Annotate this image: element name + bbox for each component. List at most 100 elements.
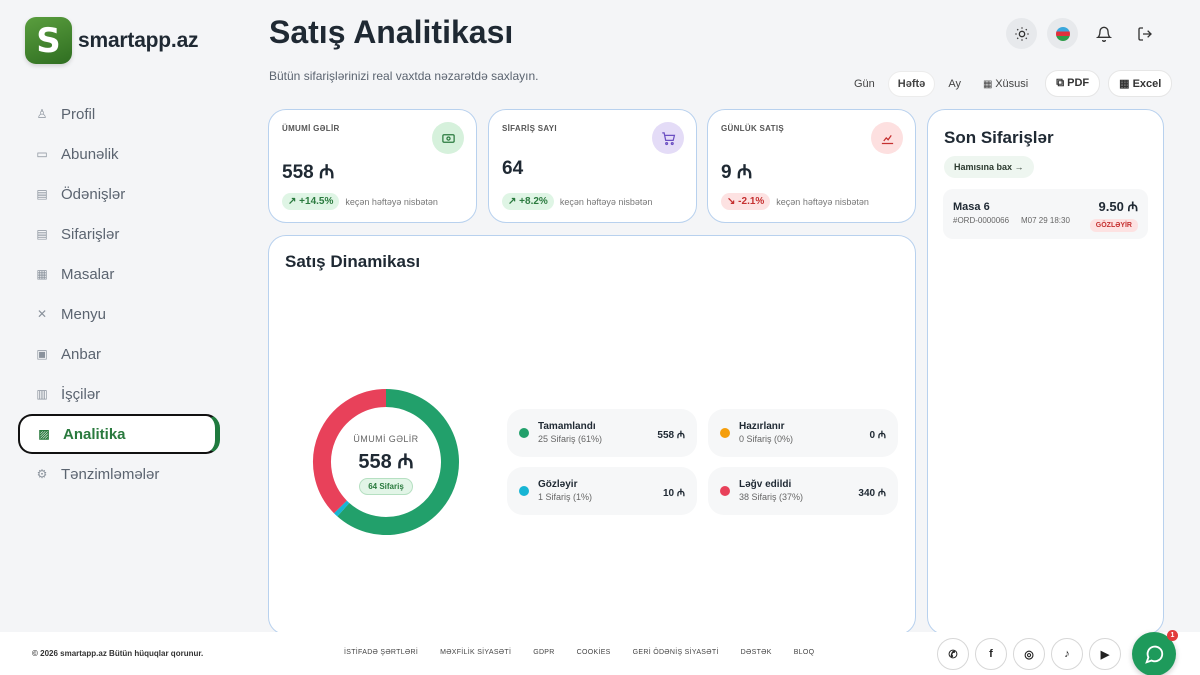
legend-count: 25 Sifariş (61%) — [538, 434, 603, 444]
filter-month[interactable]: Ay — [939, 72, 970, 96]
see-all-button[interactable]: Hamısına bax → — [944, 156, 1034, 178]
legend-dot — [519, 486, 529, 496]
sidebar-item-t-nziml-m-l-r[interactable]: ⚙ Tənzimləmələr — [18, 454, 220, 494]
chat-unread-badge: 1 — [1167, 630, 1178, 641]
trend-up-icon: ↗ — [288, 196, 300, 207]
filter-day[interactable]: Gün — [845, 72, 884, 96]
archive-icon: ▣ — [36, 347, 48, 361]
sidebar-item-menyu[interactable]: ✕ Menyu — [18, 294, 220, 334]
sidebar-item--d-ni-l-r[interactable]: ▤ Ödənişlər — [18, 174, 220, 214]
footer-link[interactable]: DƏSTƏK — [741, 649, 772, 656]
bell-icon[interactable] — [1088, 18, 1119, 49]
briefcase-icon: ▥ — [36, 387, 48, 401]
legend-dot — [720, 428, 730, 438]
order-time: M07 29 18:30 — [1021, 216, 1070, 225]
legend-value: 558 ₼ — [657, 430, 685, 441]
language-flag-icon[interactable] — [1047, 18, 1078, 49]
stat-label: SİFARİŞ SAYI — [502, 124, 557, 133]
footer-link[interactable]: MƏXFİLİK SİYASƏTİ — [440, 649, 511, 656]
legend-item[interactable]: Tamamlandı 25 Sifariş (61%) 558 ₼ — [507, 409, 697, 457]
export-pdf-button[interactable]: ⧉ PDF — [1045, 70, 1101, 97]
order-name: Masa 6 — [953, 201, 990, 213]
sidebar-item-label: Menyu — [61, 305, 107, 323]
sidebar-item-profil[interactable]: ♙ Profil — [18, 94, 220, 134]
legend-name: Ləğv edildi — [739, 479, 792, 490]
footer-link[interactable]: GERİ ÖDƏNİŞ SİYASƏTİ — [633, 649, 719, 656]
sidebar-item-analitika[interactable]: ▨ Analitika — [18, 414, 220, 454]
stat-label: ÜMUMİ GƏLİR — [282, 124, 340, 133]
trend-note: keçən həftəyə nisbətən — [776, 196, 869, 207]
donut-center-label: ÜMUMİ GƏLİR — [353, 434, 419, 444]
stat-card: GÜNLÜK SATIŞ 9 ₼ ↘ -2.1% keçən həftəyə nisb… — [707, 109, 916, 223]
sidebar-item-masalar[interactable]: ▦ Masalar — [18, 254, 220, 294]
instagram-icon[interactable]: ◎ — [1013, 638, 1045, 670]
sidebar-item-label: Masalar — [61, 265, 115, 283]
trend-badge: ↘ -2.1% — [721, 193, 771, 210]
sidebar-nav: ♙ Profil ▭ Abunəlik ▤ Ödənişlər ▤ Sifarişlər ▦ Ma… — [18, 94, 220, 494]
stat-label: GÜNLÜK SATIŞ — [721, 124, 785, 133]
table-icon: ▦ — [1119, 78, 1133, 90]
facebook-icon[interactable]: f — [975, 638, 1007, 670]
order-status-badge: GÖZLƏYİR — [1089, 219, 1138, 232]
stat-value: 558 ₼ — [282, 162, 335, 183]
trend-note: keçən həftəyə nisbətən — [559, 196, 653, 207]
cart-icon — [652, 122, 684, 154]
legend-value: 10 ₼ — [662, 488, 685, 499]
legend-name: Tamamlandı — [538, 421, 596, 432]
brand-logo[interactable]: S smartapp.az — [25, 17, 199, 64]
theme-toggle-sun-icon[interactable] — [1006, 18, 1037, 49]
sidebar-item-label: Abunəlik — [61, 145, 119, 163]
trend-up-icon: ↗ — [508, 196, 520, 207]
user-icon: ♙ — [36, 107, 48, 121]
sidebar-item-sifari-l-r[interactable]: ▤ Sifarişlər — [18, 214, 220, 254]
sidebar-item-label: Analitika — [63, 425, 126, 443]
sidebar-item-label: Tənzimləmələr — [61, 465, 160, 483]
filter-custom[interactable]: ▦ Xüsusi — [974, 72, 1037, 96]
legend-count: 38 Sifariş (37%) — [739, 492, 804, 502]
legend-item[interactable]: Hazırlanır 0 Sifariş (0%) 0 ₼ — [708, 409, 898, 457]
legend-name: Hazırlanır — [739, 421, 785, 432]
filter-week[interactable]: Həftə — [887, 70, 936, 97]
legend-count: 0 Sifariş (0%) — [739, 434, 794, 444]
logout-icon[interactable] — [1129, 18, 1160, 49]
brand-name: smartapp.az — [78, 28, 199, 52]
stat-value: 9 ₼ — [721, 162, 753, 183]
page-subtitle: Bütün sifarişlərinizi real vaxtda nəzarə… — [269, 69, 539, 83]
calendar-icon: ▦ — [982, 78, 996, 90]
legend-item[interactable]: Gözləyir 1 Sifariş (1%) 10 ₼ — [507, 467, 697, 515]
legend-name: Gözləyir — [538, 479, 578, 490]
legend-value: 0 ₼ — [869, 430, 886, 441]
footer-link[interactable]: BLOQ — [794, 649, 815, 656]
donut-center: ÜMUMİ GƏLİR 558 ₼ 64 Sifariş — [310, 386, 462, 538]
whatsapp-icon[interactable]: ✆ — [937, 638, 969, 670]
sidebar: S smartapp.az ♙ Profil ▭ Abunəlik ▤ Ödənişlər… — [0, 0, 240, 632]
sidebar-item-abun-lik[interactable]: ▭ Abunəlik — [18, 134, 220, 174]
tiktok-icon[interactable]: ♪ — [1051, 638, 1083, 670]
stat-trend: ↗ +14.5% keçən həftəyə nisbətən — [282, 193, 438, 210]
logo-icon: S — [25, 17, 72, 64]
stat-card: ÜMUMİ GƏLİR 558 ₼ ↗ +14.5% keçən həftəyə ni… — [268, 109, 477, 223]
utensils-icon: ✕ — [36, 307, 48, 321]
trend-badge: ↗ +14.5% — [282, 193, 340, 210]
legend-value: 340 ₼ — [858, 488, 886, 499]
sidebar-item-i-il-r[interactable]: ▥ İşçilər — [18, 374, 220, 414]
period-filters: Gün Həftə Ay ▦ Xüsusi ⧉ PDF ▦ Excel — [845, 70, 1173, 97]
legend-dot — [519, 428, 529, 438]
donut-center-value: 558 ₼ — [358, 451, 414, 473]
footer-links: İSTİFADƏ ŞƏRTLƏRİ MƏXFİLİK SİYASƏTİ GDPR CO… — [344, 649, 814, 656]
footer-link[interactable]: COOKİES — [577, 649, 611, 656]
recent-orders-card: Son Sifarişlər Hamısına bax → Masa 6 #OR… — [927, 109, 1164, 635]
trend-note: keçən həftəyə nisbətən — [345, 196, 438, 207]
order-item[interactable]: Masa 6 #ORD-0000066 M07 29 18:30 9.50 ₼ … — [943, 189, 1148, 239]
stat-card: SİFARİŞ SAYI 64 ↗ +8.2% keçən həftəyə nisbə… — [488, 109, 697, 223]
export-excel-button[interactable]: ▦ Excel — [1108, 70, 1173, 97]
youtube-icon[interactable]: ▶ — [1089, 638, 1121, 670]
legend-count: 1 Sifariş (1%) — [538, 492, 593, 502]
footer-link[interactable]: GDPR — [533, 649, 554, 656]
footer-link[interactable]: İSTİFADƏ ŞƏRTLƏRİ — [344, 649, 418, 656]
sidebar-item-label: Ödənişlər — [61, 185, 126, 203]
legend-item[interactable]: Ləğv edildi 38 Sifariş (37%) 340 ₼ — [708, 467, 898, 515]
sidebar-item-anbar[interactable]: ▣ Anbar — [18, 334, 220, 374]
trend-badge: ↗ +8.2% — [502, 193, 554, 210]
money-icon — [432, 122, 464, 154]
